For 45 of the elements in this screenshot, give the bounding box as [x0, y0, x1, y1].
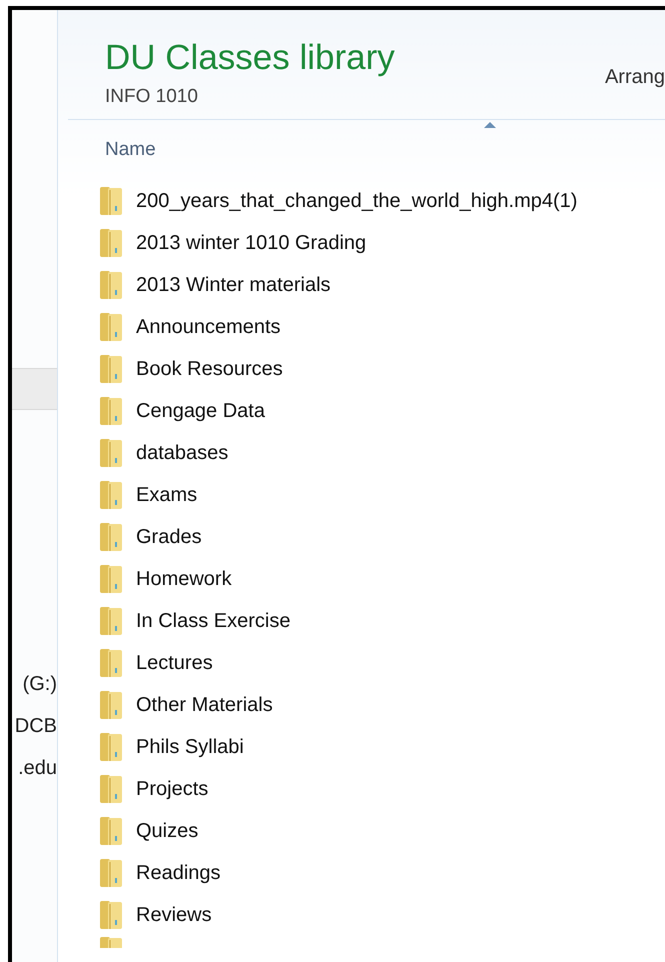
folder-name[interactable]: 200_years_that_changed_the_world_high.mp4(1)	[136, 186, 578, 216]
nav-pane-item[interactable]: DCB	[14, 712, 57, 740]
folder-icon	[98, 186, 124, 216]
folder-name[interactable]: Projects	[136, 774, 208, 804]
folder-icon	[98, 816, 124, 846]
folder-name[interactable]: Readings	[136, 858, 221, 888]
folder-icon	[98, 564, 124, 594]
arrange-by-label[interactable]: Arrang	[604, 64, 665, 90]
folder-icon	[98, 606, 124, 636]
folder-name[interactable]: Grades	[136, 522, 202, 552]
folder-icon	[98, 480, 124, 510]
folder-name[interactable]: 2013 Winter materials	[136, 270, 331, 300]
folder-name[interactable]: 2013 winter 1010 Grading	[136, 228, 366, 258]
folder-name[interactable]: Homework	[136, 564, 232, 594]
folder-name[interactable]: databases	[136, 438, 228, 468]
folder-icon	[98, 270, 124, 300]
folder-name[interactable]: Quizes	[136, 816, 198, 846]
folder-name[interactable]: Book Resources	[136, 354, 283, 384]
column-header[interactable]: Name	[105, 136, 156, 164]
library-subtitle: INFO 1010	[105, 85, 199, 109]
folder-icon	[98, 936, 124, 948]
nav-pane-item[interactable]: .edu	[18, 754, 57, 782]
folder-name[interactable]: Cengage Data	[136, 396, 265, 426]
folder-icon	[98, 354, 124, 384]
folder-icon	[98, 732, 124, 762]
folder-icon	[98, 858, 124, 888]
folder-icon	[98, 312, 124, 342]
folder-name[interactable]: Other Materials	[136, 690, 273, 720]
folder-name[interactable]: Exams	[136, 480, 198, 510]
folder-icon	[98, 396, 124, 426]
folder-name[interactable]: Announcements	[136, 312, 281, 342]
folder-icon	[98, 690, 124, 720]
library-title: DU Classes library	[105, 38, 395, 78]
folder-icon	[98, 774, 124, 804]
folder-name[interactable]: Phils Syllabi	[136, 732, 244, 762]
folder-name[interactable]: Lectures	[136, 648, 213, 678]
nav-pane-item[interactable]: (G:)	[22, 670, 57, 698]
folder-name[interactable]: In Class Exercise	[136, 606, 290, 636]
folder-icon	[98, 438, 124, 468]
folder-icon	[98, 900, 124, 930]
folder-icon	[98, 648, 124, 678]
folder-icon	[98, 228, 124, 258]
folder-icon	[98, 522, 124, 552]
nav-pane-bar	[12, 368, 57, 410]
folder-name[interactable]: Reviews	[136, 900, 212, 930]
